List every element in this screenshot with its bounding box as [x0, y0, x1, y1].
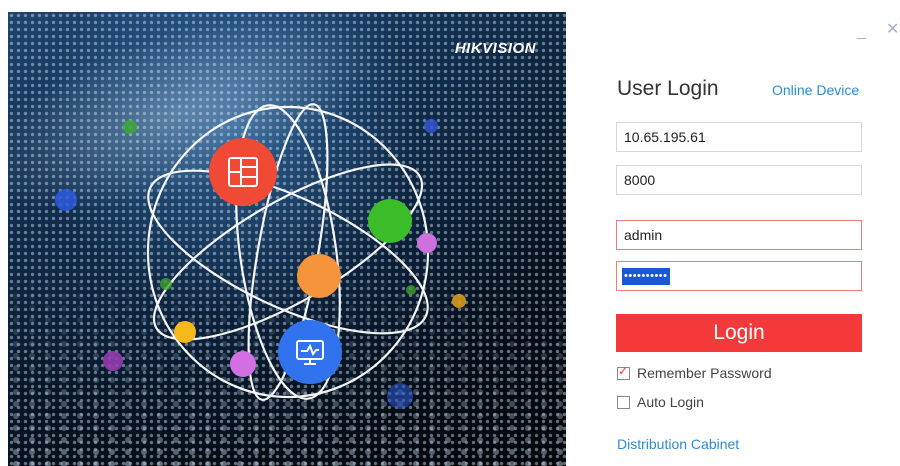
auto-login-label: Auto Login	[637, 394, 704, 410]
distribution-cabinet-link[interactable]: Distribution Cabinet	[617, 436, 739, 452]
particle	[406, 285, 416, 295]
violet-node	[417, 233, 437, 253]
port-field[interactable]	[616, 165, 862, 195]
atom-illustration	[55, 103, 466, 409]
particle	[123, 120, 137, 134]
login-button[interactable]: Login	[616, 314, 862, 352]
particle	[387, 383, 413, 409]
particle	[160, 278, 172, 290]
hero-banner: HIKVISION	[8, 12, 566, 466]
pink-node	[230, 351, 256, 377]
monitor-icon	[278, 320, 342, 384]
yellow-node	[174, 321, 196, 343]
green-node	[368, 199, 412, 243]
particle	[103, 351, 123, 371]
checkbox-box[interactable]: ✓	[617, 363, 630, 380]
online-device-link[interactable]: Online Device	[772, 82, 859, 98]
check-icon: ✓	[618, 363, 629, 378]
auto-login-checkbox[interactable]: Auto Login	[617, 394, 704, 410]
close-button[interactable]: ✕	[886, 22, 899, 38]
password-mask-selected: ••••••••••	[622, 268, 670, 285]
username-field[interactable]	[616, 220, 862, 250]
particle	[55, 189, 77, 211]
remember-password-label: Remember Password	[637, 365, 772, 381]
particle	[452, 294, 466, 308]
remember-password-checkbox[interactable]: ✓ Remember Password	[617, 363, 772, 381]
particle	[424, 119, 438, 133]
layout-grid-icon	[209, 138, 277, 206]
ip-address-field[interactable]	[616, 122, 862, 152]
login-title: User Login	[617, 77, 719, 100]
minimize-button[interactable]: _	[857, 24, 866, 40]
orange-node	[297, 254, 341, 298]
checkbox-box[interactable]	[617, 395, 630, 409]
